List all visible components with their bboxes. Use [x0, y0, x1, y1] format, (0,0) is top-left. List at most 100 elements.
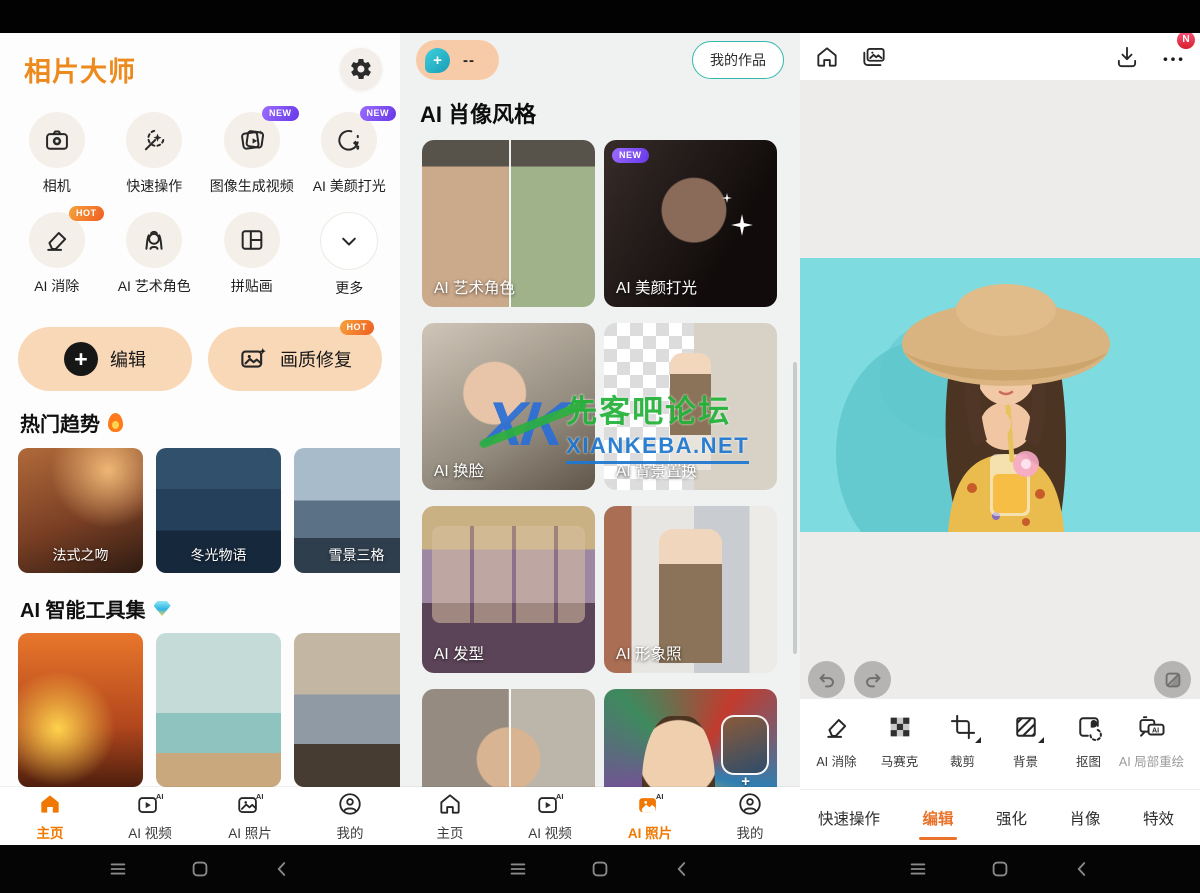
- nav-ai-photo[interactable]: AI AI 照片: [600, 787, 700, 845]
- download-button[interactable]: [1114, 44, 1140, 70]
- nav-profile[interactable]: 我的: [300, 787, 400, 845]
- quick-tool-ai-remove[interactable]: HOT AI 消除: [8, 212, 106, 298]
- scrollbar[interactable]: [793, 362, 797, 654]
- tool-mosaic[interactable]: 马赛克: [868, 712, 931, 770]
- tool-crop[interactable]: 裁剪: [931, 712, 994, 770]
- trend-card-snow-triptych[interactable]: 雪景三格: [294, 448, 400, 573]
- nav-label: AI 照片: [628, 822, 672, 842]
- nav-ai-video[interactable]: AI AI 视频: [500, 787, 600, 845]
- tab-enhance[interactable]: 强化: [994, 799, 1029, 837]
- quality-repair-button[interactable]: 画质修复 HOT: [208, 327, 382, 391]
- recents-menu-icon[interactable]: [905, 856, 931, 882]
- home-icon: [37, 791, 63, 817]
- trending-cards-row: 法式之吻 冬光物语 雪景三格: [18, 448, 400, 573]
- android-home-icon[interactable]: [187, 856, 213, 882]
- svg-text:AI: AI: [256, 792, 264, 801]
- nav-ai-video[interactable]: AI AI 视频: [100, 787, 200, 845]
- trend-card-french-kiss[interactable]: 法式之吻: [18, 448, 143, 573]
- recents-menu-icon[interactable]: [505, 856, 531, 882]
- gallery-button[interactable]: [860, 44, 888, 70]
- credits-pill[interactable]: + --: [416, 40, 499, 80]
- android-home-icon[interactable]: [987, 856, 1013, 882]
- style-card-face-swap[interactable]: AI 换脸: [422, 323, 595, 490]
- style-card-background-swap[interactable]: AI 背景置换: [604, 323, 777, 490]
- crop-icon: [948, 712, 978, 742]
- home-icon: [814, 44, 840, 70]
- magic-wand-icon: [140, 126, 168, 154]
- tab-effects[interactable]: 特效: [1141, 799, 1176, 837]
- style-card-beauty-light[interactable]: NEW AI 美颜打光: [604, 140, 777, 307]
- toolkit-card-photographer[interactable]: [294, 633, 400, 787]
- tool-cutout[interactable]: 抠图: [1057, 712, 1120, 770]
- android-home-icon[interactable]: [587, 856, 613, 882]
- tab-portrait[interactable]: 肖像: [1067, 799, 1102, 837]
- bottom-nav: 主页 AI AI 视频 AI AI 照片 我的: [0, 787, 400, 845]
- quick-tool-label: AI 美颜打光: [313, 176, 386, 196]
- tool-ai-inpaint[interactable]: AI AI 局部重绘: [1120, 712, 1183, 770]
- quick-tool-image-to-video[interactable]: NEW 图像生成视频: [203, 112, 301, 198]
- redo-icon: [862, 669, 884, 691]
- face-light-icon: [335, 126, 363, 154]
- download-icon: [1114, 44, 1140, 70]
- redo-button[interactable]: [854, 661, 891, 698]
- credits-value: --: [463, 52, 475, 69]
- tool-ai-remove[interactable]: AI 消除: [805, 712, 868, 770]
- editor-screen-panel: N: [800, 0, 1200, 893]
- toolkit-card-sunset[interactable]: [18, 633, 143, 787]
- svg-text:AI: AI: [656, 792, 664, 801]
- card-label: AI 形象照: [616, 642, 681, 664]
- home-button[interactable]: [814, 44, 840, 70]
- tool-background[interactable]: 背景: [994, 712, 1057, 770]
- nav-home[interactable]: 主页: [0, 787, 100, 845]
- quick-tool-more[interactable]: 更多: [301, 212, 399, 298]
- toolkit-card-beach[interactable]: [156, 633, 281, 787]
- quick-tool-face-light[interactable]: NEW AI 美颜打光: [301, 112, 399, 198]
- style-card-art-character[interactable]: AI 艺术角色: [422, 140, 595, 307]
- nav-label: AI 视频: [128, 822, 172, 842]
- quick-tool-art-character[interactable]: AI 艺术角色: [106, 212, 204, 298]
- card-label: 雪景三格: [294, 545, 400, 565]
- back-icon[interactable]: [669, 856, 695, 882]
- status-bar: [800, 0, 1200, 33]
- primary-actions: + 编辑 画质修复 HOT: [18, 327, 382, 391]
- edit-button[interactable]: + 编辑: [18, 327, 192, 391]
- sparkle-icon: [721, 192, 733, 204]
- portrait-style-grid: AI 艺术角色 NEW AI 美颜打光 AI 换脸 AI 背景置换 AI 发型: [422, 140, 778, 856]
- more-options-button[interactable]: N: [1160, 44, 1186, 70]
- nav-home[interactable]: 主页: [400, 787, 500, 845]
- editing-photo-canvas[interactable]: [800, 258, 1200, 532]
- quick-tool-camera[interactable]: 相机: [8, 112, 106, 198]
- tool-partial-next[interactable]: [1183, 712, 1200, 742]
- recents-menu-icon[interactable]: [105, 856, 131, 882]
- nav-profile[interactable]: 我的: [700, 787, 800, 845]
- style-thumbnail[interactable]: [721, 715, 769, 775]
- section-title-text: AI 智能工具集: [20, 594, 146, 623]
- card-label: 冬光物语: [156, 545, 281, 565]
- compare-original-button[interactable]: [1154, 661, 1191, 698]
- back-icon[interactable]: [1069, 856, 1095, 882]
- app-title: 相片大师: [24, 50, 136, 89]
- style-card-hairstyle[interactable]: AI 发型: [422, 506, 595, 673]
- quick-tool-label: 拼贴画: [231, 276, 273, 296]
- quick-tool-collage[interactable]: 拼贴画: [203, 212, 301, 298]
- card-label: 法式之吻: [18, 545, 143, 565]
- image-to-video-icon: [238, 126, 266, 154]
- photodirector-app-screens: 相片大师 相机 快速操作: [0, 0, 1200, 893]
- undo-button[interactable]: [808, 661, 845, 698]
- quick-tool-quick-actions[interactable]: 快速操作: [106, 112, 204, 198]
- editor-mode-tabs: 快速操作 编辑 强化 肖像 特效: [800, 789, 1200, 845]
- gem-icon: [154, 601, 171, 616]
- back-icon[interactable]: [269, 856, 295, 882]
- sparkle-icon: [729, 212, 755, 238]
- ai-photo-screen-panel: + -- 我的作品 AI 肖像风格 AI 艺术角色 NEW AI 美颜打光: [400, 0, 800, 893]
- tab-edit[interactable]: 编辑: [920, 799, 955, 837]
- ai-photo-icon: AI: [236, 791, 264, 817]
- nav-label: 我的: [337, 822, 364, 842]
- tab-quick-actions[interactable]: 快速操作: [816, 799, 882, 837]
- my-works-button[interactable]: 我的作品: [692, 41, 784, 79]
- settings-button[interactable]: [340, 48, 382, 90]
- trend-card-winter-story[interactable]: 冬光物语: [156, 448, 281, 573]
- nav-ai-photo[interactable]: AI AI 照片: [200, 787, 300, 845]
- camera-icon: [43, 126, 71, 154]
- style-card-headshot[interactable]: AI 形象照: [604, 506, 777, 673]
